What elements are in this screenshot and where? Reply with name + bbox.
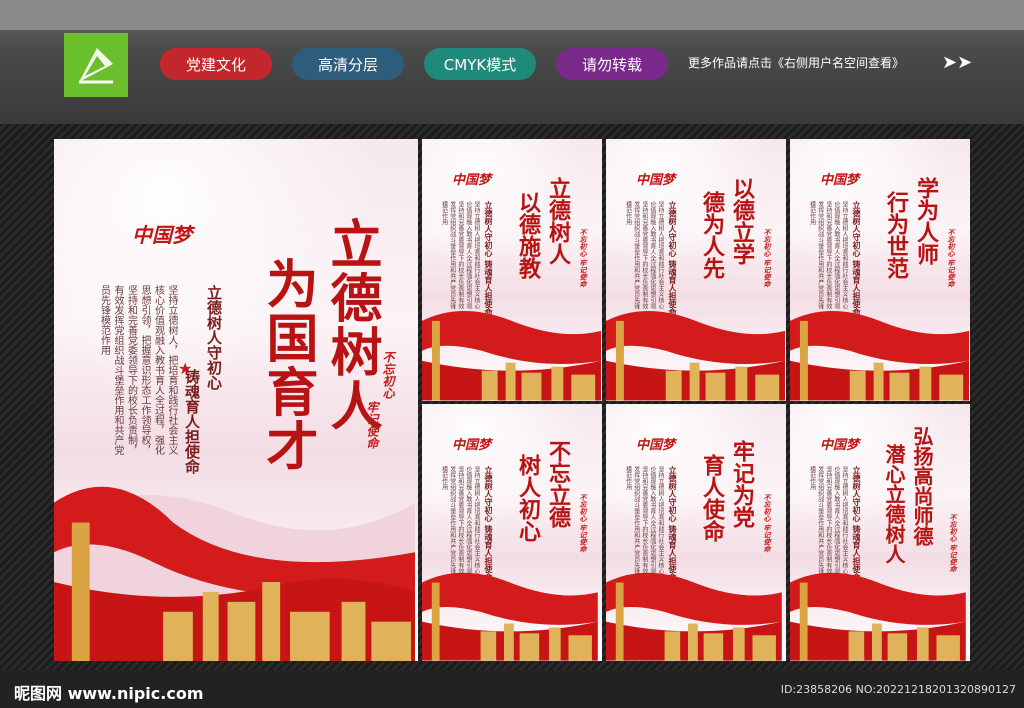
poster-title-line1: 牢记为党 <box>729 440 755 528</box>
city-skyline-ribbon <box>606 311 786 401</box>
poster-title-line2: 树人初心 <box>515 454 541 542</box>
poster-seal: 不忘初心 牢记使命 <box>763 494 772 553</box>
city-skyline-ribbon <box>790 573 966 661</box>
poster-6: 中国梦 弘扬高尚师德 潜心立德树人 立德树人守初心 铸魂育人担使命 坚持立德树人… <box>790 404 970 661</box>
poster-body-text: 坚持立德树人把培育和践行社会主义核心价值观融入教书育人全过程强化思想引领坚持和完… <box>624 466 664 574</box>
poster-title-line1: 以德立学 <box>729 177 755 265</box>
poster-seal: 不忘初心 牢记使命 <box>579 229 588 288</box>
city-skyline-ribbon <box>422 311 602 401</box>
poster-3: 中国梦 学为人师 行为世范 立德树人守初心 铸魂育人担使命 坚持立德树人把培育和… <box>790 139 970 401</box>
tag-cmyk[interactable]: CMYK模式 <box>424 48 536 80</box>
double-arrow-icon[interactable]: ➤➤ <box>942 52 972 73</box>
china-dream-logo: 中国梦 <box>820 173 860 188</box>
poster-body-text: 坚持立德树人把培育和践行社会主义核心价值观融入教书育人全过程强化思想引领坚持和完… <box>624 201 664 309</box>
china-dream-logo: 中国梦 <box>636 438 676 453</box>
poster-seal: 不忘初心 牢记使命 <box>763 229 772 288</box>
main-seal1: 不忘初心 <box>381 351 395 399</box>
poster-4: 中国梦 不忘立德 树人初心 立德树人守初心 铸魂育人担使命 坚持立德树人把培育和… <box>422 404 602 661</box>
main-subtitle2: 铸魂育人担使命 <box>183 369 201 474</box>
poster-title-line2: 行为世范 <box>883 191 909 279</box>
china-dream-logo: 中国梦 <box>636 173 676 188</box>
china-dream-logo: 中国梦 <box>452 438 492 453</box>
poster-title-line2: 育人使命 <box>699 454 725 542</box>
poster-body-text: 坚持立德树人把培育和践行社会主义核心价值观融入教书育人全过程强化思想引领坚持和完… <box>440 201 480 309</box>
tag-no-repost[interactable]: 请勿转载 <box>556 48 668 80</box>
main-title-line2: 为国育才 <box>257 257 318 473</box>
poster-seal: 不忘初心 牢记使命 <box>947 229 956 288</box>
china-dream-logo: 中国梦 <box>132 223 192 247</box>
main-subtitle1: 立德树人守初心 <box>205 285 223 390</box>
main-body-text: 坚持立德树人，把培育和践行社会主义核心价值观融入教书育人全过程，强化思想引领，把… <box>98 285 178 455</box>
poster-title-line2: 潜心立德树人 <box>882 444 906 564</box>
poster-title-line2: 以德施教 <box>515 191 541 279</box>
watermark-logo[interactable]: 昵图网 www.nipic.com <box>14 680 204 704</box>
city-skyline-ribbon <box>790 311 970 401</box>
more-works-note: 更多作品请点击《右侧用户名空间查看》 <box>688 56 905 70</box>
poster-title-line1: 弘扬高尚师德 <box>910 426 934 546</box>
poster-body-text: 坚持立德树人把培育和践行社会主义核心价值观融入教书育人全过程强化思想引领坚持和完… <box>440 466 480 574</box>
star-icon: ★ <box>178 359 193 378</box>
city-skyline-ribbon <box>54 486 415 661</box>
main-poster: 中国梦 立德树人 为国育才 立德树人守初心 铸魂育人担使命 坚持立德树人，把培育… <box>54 139 418 661</box>
tag-hd-layers[interactable]: 高清分层 <box>292 48 404 80</box>
poster-body-text: 坚持立德树人把培育和践行社会主义核心价值观融入教书育人全过程强化思想引领坚持和完… <box>808 466 848 574</box>
brand-logo-icon[interactable] <box>64 33 128 97</box>
china-dream-logo: 中国梦 <box>820 438 860 453</box>
poster-title-line2: 德为人先 <box>699 191 725 279</box>
poster-title-line1: 立德树人 <box>545 177 571 265</box>
poster-1: 中国梦 立德树人 以德施教 立德树人守初心 铸魂育人担使命 坚持立德树人把培育和… <box>422 139 602 401</box>
header-top-strip <box>0 0 1024 30</box>
poster-5: 中国梦 牢记为党 育人使命 立德树人守初心 铸魂育人担使命 坚持立德树人把培育和… <box>606 404 786 661</box>
poster-title-line1: 学为人师 <box>913 177 939 265</box>
tag-party-culture[interactable]: 党建文化 <box>160 48 272 80</box>
poster-seal: 不忘初心 牢记使命 <box>579 494 588 553</box>
main-seal2: 牢记使命 <box>365 401 379 449</box>
city-skyline-ribbon <box>422 573 598 661</box>
china-dream-logo: 中国梦 <box>452 173 492 188</box>
city-skyline-ribbon <box>606 573 782 661</box>
image-id-text: ID:23858206 NO:20221218201320890127 <box>780 683 1016 696</box>
poster-body-text: 坚持立德树人把培育和践行社会主义核心价值观融入教书育人全过程强化思想引领坚持和完… <box>808 201 848 309</box>
poster-title-line1: 不忘立德 <box>545 440 571 528</box>
poster-2: 中国梦 以德立学 德为人先 立德树人守初心 铸魂育人担使命 坚持立德树人把培育和… <box>606 139 786 401</box>
